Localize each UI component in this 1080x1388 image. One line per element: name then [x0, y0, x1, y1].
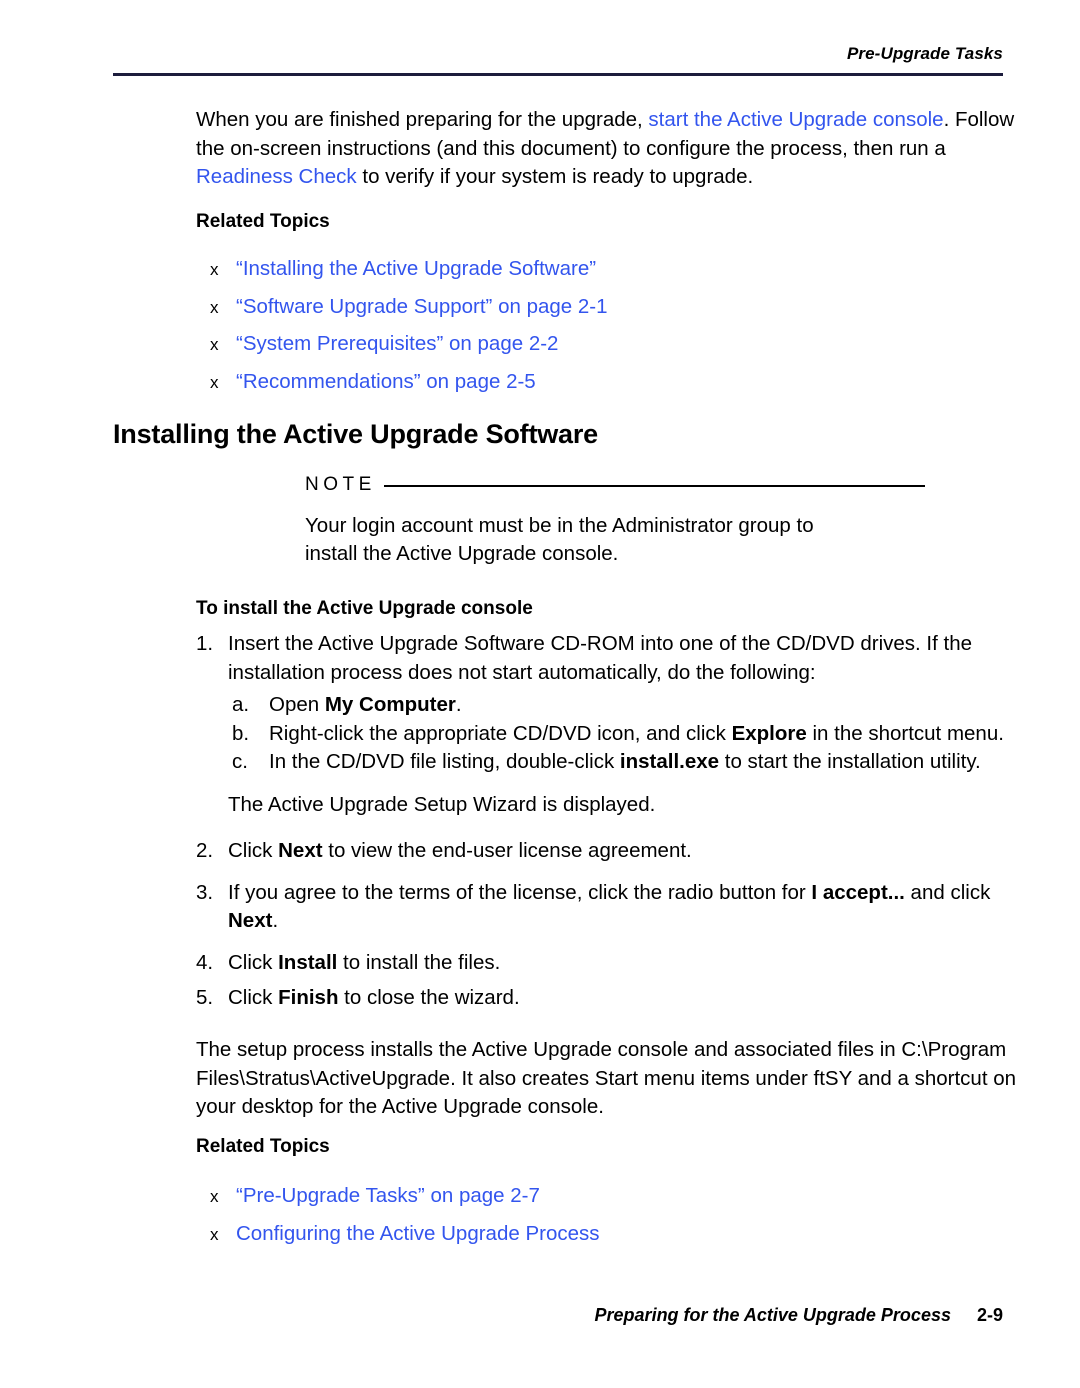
list-item[interactable]: x Configuring the Active Upgrade Process	[210, 1216, 1016, 1254]
running-header: Pre-Upgrade Tasks	[846, 44, 1003, 63]
step-text: Click Install to install the files.	[228, 949, 1026, 978]
note-header: NOTE	[305, 472, 925, 498]
page-number: 2-9	[976, 1305, 1003, 1325]
note-block: NOTE Your login account must be in the A…	[305, 472, 925, 568]
step-number: 3.	[196, 880, 214, 904]
list-item[interactable]: x “System Prerequisites” on page 2-2	[210, 326, 1016, 364]
step-3-text-1: If you agree to the terms of the license…	[228, 880, 812, 904]
substep-b-bold-explore: Explore	[731, 721, 807, 745]
step-text: Click Next to view the end-user license …	[228, 837, 1026, 866]
list-item[interactable]: x “Recommendations” on page 2-5	[210, 364, 1016, 402]
related-topics-top-list-wrap: x “Installing the Active Upgrade Softwar…	[210, 251, 1016, 401]
step-3: 3. If you agree to the terms of the lice…	[196, 879, 1026, 936]
substep-number: c.	[232, 750, 248, 773]
step-2-text-2: to view the end-user license agreement.	[322, 839, 692, 862]
substep-a-text-2: .	[455, 693, 462, 716]
step-4-bold-install: Install	[278, 950, 338, 974]
related-topics-top: Related Topics	[196, 209, 1016, 235]
substep-c-text-1: In the CD/DVD file listing, double-click	[269, 750, 620, 773]
related-topic-link[interactable]: “Pre-Upgrade Tasks” on page 2-7	[236, 1178, 1016, 1215]
substep-number: b.	[232, 721, 250, 745]
step-5-text-1: Click	[228, 986, 279, 1009]
list-item[interactable]: x “Software Upgrade Support” on page 2-1	[210, 289, 1016, 327]
related-topic-link[interactable]: “Software Upgrade Support” on page 2-1	[236, 289, 1016, 326]
substep-a-text-1: Open	[269, 693, 325, 716]
bullet-x-icon: x	[210, 1187, 219, 1206]
related-topics-top-list: x “Installing the Active Upgrade Softwar…	[210, 251, 1016, 401]
intro-text-1: When you are finished preparing for the …	[196, 108, 649, 131]
bullet-x-icon: x	[210, 260, 219, 279]
step-4: 4. Click Install to install the files.	[196, 949, 1026, 978]
procedure-heading: To install the Active Upgrade console	[196, 598, 533, 619]
note-body: Your login account must be in the Admini…	[305, 514, 814, 565]
related-topic-link[interactable]: “Installing the Active Upgrade Software”	[236, 251, 1016, 288]
step-3-bold-next: Next	[228, 909, 273, 932]
substep-b-text-2: in the shortcut menu.	[806, 721, 1004, 745]
related-topics-bottom: Related Topics	[196, 1134, 1016, 1160]
step-text: If you agree to the terms of the license…	[228, 879, 1026, 936]
note-label: NOTE	[305, 474, 376, 495]
list-item[interactable]: x “Installing the Active Upgrade Softwar…	[210, 251, 1016, 289]
step-number: 1.	[196, 632, 214, 655]
related-topics-top-title: Related Topics	[196, 211, 330, 232]
bullet-x-icon: x	[210, 372, 219, 392]
closing-paragraph-block: The setup process installs the Active Up…	[196, 1036, 1036, 1122]
step-3-text-2: and click	[904, 880, 991, 904]
substep-number: a.	[232, 693, 250, 716]
step-2-bold-next: Next	[278, 839, 323, 862]
substep-text: In the CD/DVD file listing, double-click…	[269, 748, 1026, 777]
list-item[interactable]: x “Pre-Upgrade Tasks” on page 2-7	[210, 1178, 1016, 1216]
related-topic-link[interactable]: “Recommendations” on page 2-5	[236, 364, 1016, 401]
step-5-text-2: to close the wizard.	[338, 986, 520, 1009]
step-5: 5. Click Finish to close the wizard.	[196, 984, 1026, 1013]
bullet-x-icon: x	[210, 1224, 219, 1244]
note-rule	[383, 485, 925, 487]
substep-b-text-1: Right-click the appropriate CD/DVD icon,…	[269, 721, 732, 745]
wizard-displayed-line: The Active Upgrade Setup Wizard is displ…	[228, 792, 656, 816]
step-text: Insert the Active Upgrade Software CD-RO…	[228, 632, 973, 684]
step-2-text-1: Click	[228, 839, 279, 862]
footer-text: Preparing for the Active Upgrade Process	[594, 1305, 951, 1325]
related-topic-link[interactable]: Configuring the Active Upgrade Process	[236, 1216, 1016, 1253]
substep-text: Open My Computer.	[269, 691, 1026, 720]
step-3-text-3: .	[272, 909, 279, 932]
page-footer: Preparing for the Active Upgrade Process…	[113, 1305, 1003, 1326]
related-topics-bottom-list-wrap: x “Pre-Upgrade Tasks” on page 2-7 x Conf…	[210, 1178, 1016, 1253]
substep-c-text-2: to start the installation utility.	[719, 750, 981, 773]
header-rule	[113, 73, 1003, 76]
step-number: 4.	[196, 950, 214, 974]
step-3-bold-i-accept: I accept...	[811, 880, 905, 904]
related-topics-bottom-title: Related Topics	[196, 1136, 330, 1157]
substep-a-bold-my-computer: My Computer	[324, 693, 456, 716]
related-topics-bottom-list: x “Pre-Upgrade Tasks” on page 2-7 x Conf…	[210, 1178, 1016, 1253]
step-number: 5.	[196, 986, 214, 1009]
substep-b: b. Right-click the appropriate CD/DVD ic…	[232, 720, 1026, 749]
link-readiness-check[interactable]: Readiness Check	[196, 165, 357, 188]
intro-paragraph: When you are finished preparing for the …	[196, 106, 1016, 192]
step-number: 2.	[196, 839, 214, 862]
link-start-active-upgrade-console[interactable]: start the Active Upgrade console	[648, 108, 943, 131]
substep-c: c. In the CD/DVD file listing, double-cl…	[232, 748, 1026, 777]
document-page: Pre-Upgrade Tasks When you are finished …	[0, 0, 1080, 1388]
step-2: 2. Click Next to view the end-user licen…	[196, 837, 1026, 866]
step-text: Click Finish to close the wizard.	[228, 984, 1026, 1013]
bullet-x-icon: x	[210, 335, 219, 354]
intro-text-3: to verify if your system is ready to upg…	[356, 165, 754, 188]
bullet-x-icon: x	[210, 297, 219, 317]
substep-c-bold-install-exe: install.exe	[619, 750, 720, 773]
step-1: 1. Insert the Active Upgrade Software CD…	[196, 630, 1026, 687]
page-title: Installing the Active Upgrade Software	[113, 419, 598, 449]
closing-paragraph: The setup process installs the Active Up…	[196, 1038, 1017, 1118]
step-4-text-2: to install the files.	[337, 950, 501, 974]
intro-paragraph-block: When you are finished preparing for the …	[196, 106, 1016, 192]
step-5-bold-finish: Finish	[278, 986, 339, 1009]
procedure-steps: 1. Insert the Active Upgrade Software CD…	[196, 630, 1026, 1013]
substep-a: a. Open My Computer.	[232, 691, 1026, 720]
step-4-text-1: Click	[228, 950, 279, 974]
substep-text: Right-click the appropriate CD/DVD icon,…	[269, 720, 1026, 749]
substeps-group: a. Open My Computer. b. Right-click the …	[232, 691, 1026, 777]
related-topic-link[interactable]: “System Prerequisites” on page 2-2	[236, 326, 1016, 363]
